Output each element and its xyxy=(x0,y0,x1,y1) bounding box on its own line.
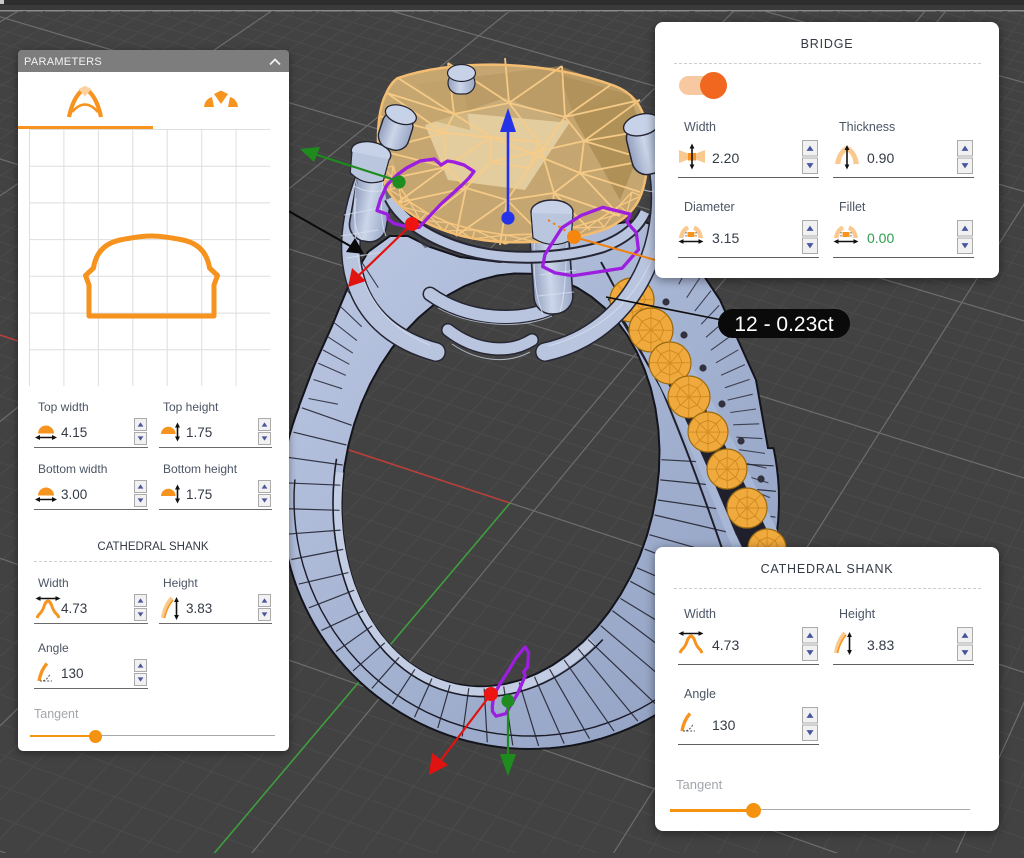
svg-text:12 - 0.23ct: 12 - 0.23ct xyxy=(734,313,833,336)
